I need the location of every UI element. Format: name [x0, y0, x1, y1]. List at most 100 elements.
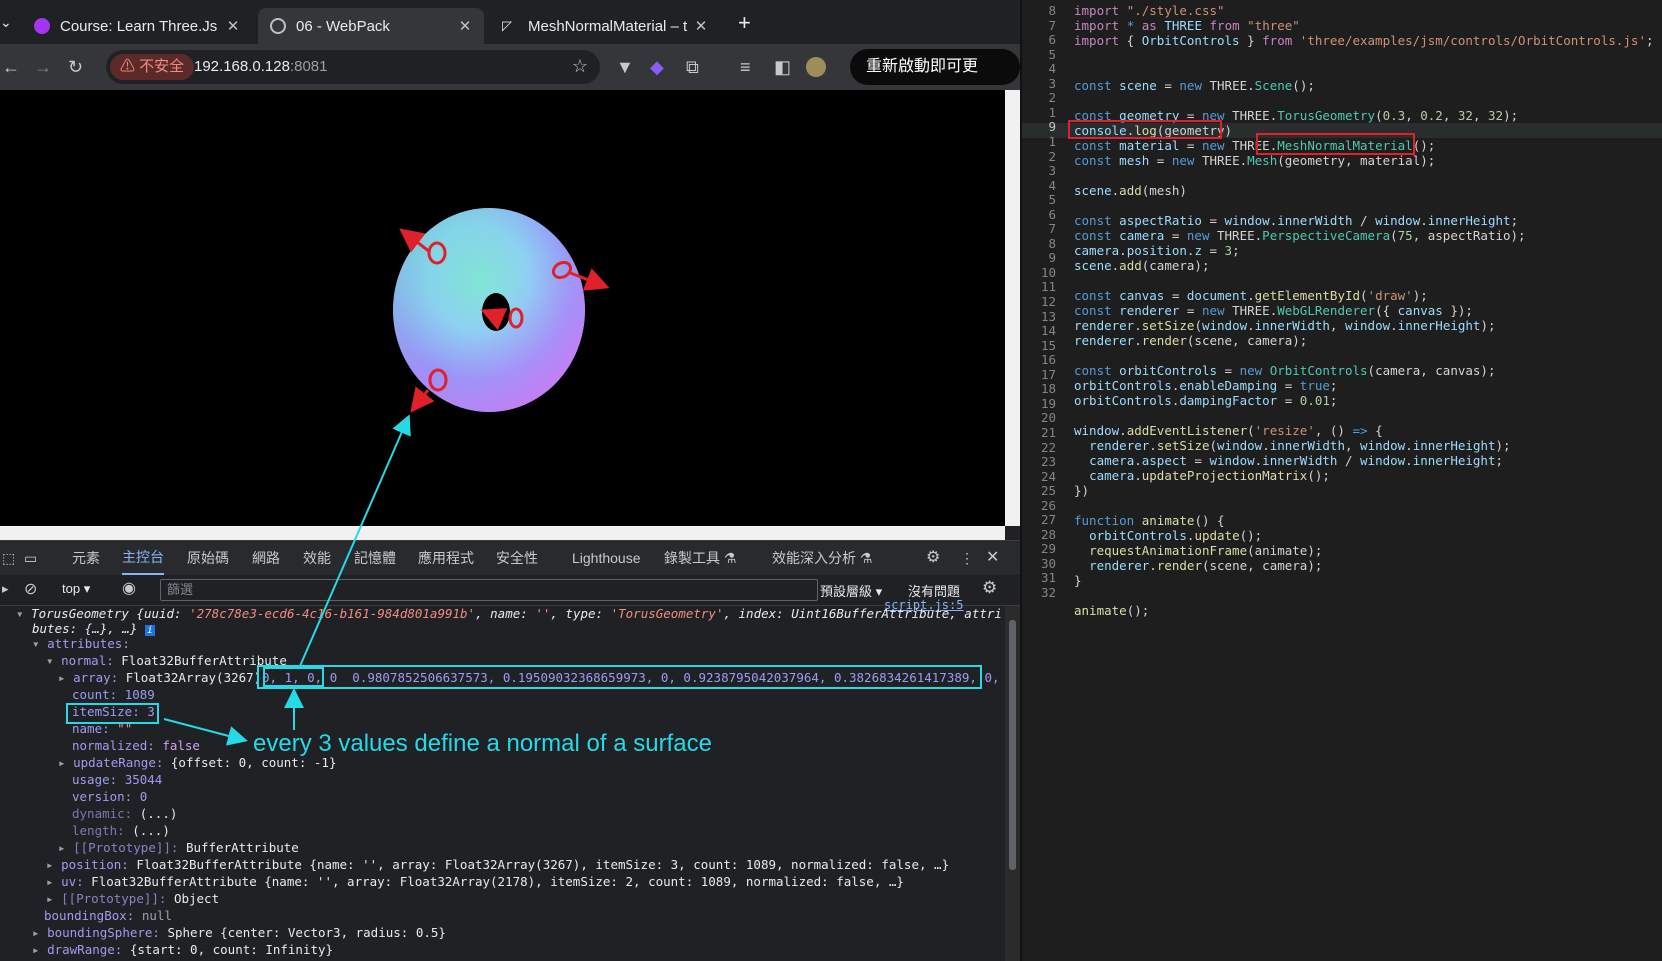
- tab-webpack[interactable]: 06 - WebPack ✕: [258, 8, 484, 44]
- tab-performance[interactable]: 效能: [303, 541, 331, 575]
- code-line: const renderer = new THREE.WebGLRenderer…: [1074, 303, 1473, 318]
- webgl-canvas[interactable]: [0, 90, 1005, 526]
- count-key: count:: [72, 687, 118, 702]
- live-expression-eye-icon[interactable]: ◉: [122, 578, 136, 598]
- back-arrow-icon[interactable]: ←: [2, 56, 20, 78]
- tab-search-button[interactable]: ⌄: [0, 14, 12, 31]
- console-scrollbar[interactable]: [1005, 606, 1020, 961]
- restart-update-button[interactable]: 重新啟動即可更新⋮: [850, 49, 1020, 111]
- not-secure-badge[interactable]: ⚠ 不安全: [110, 54, 195, 80]
- settings-gear-icon[interactable]: ⚙: [926, 541, 940, 575]
- annotation-text: every 3 values define a normal of a surf…: [253, 730, 712, 757]
- profile-avatar[interactable]: [806, 57, 826, 77]
- extensions-puzzle-icon[interactable]: ⧉: [686, 56, 699, 78]
- line-number: 22: [1040, 439, 1056, 455]
- close-tab-icon[interactable]: ✕: [454, 17, 476, 35]
- extension-purple-icon[interactable]: ◆: [650, 56, 664, 78]
- reload-icon[interactable]: ↻: [68, 56, 83, 78]
- summary-sep: , type:: [550, 606, 611, 621]
- inspect-element-icon[interactable]: ⬚: [2, 541, 15, 575]
- forward-arrow-icon[interactable]: →: [34, 56, 52, 78]
- code-line: scene.add(mesh): [1074, 183, 1187, 198]
- browser-window: ⌄ Course: Learn Three.Js a ✕ 06 - WebPac…: [0, 0, 1020, 961]
- array-values: 0, 1, 0, 0 0.9807852506637573, 0.1950903…: [262, 670, 1015, 685]
- line-number: 11: [1040, 279, 1056, 295]
- version-row: version: 0: [72, 789, 147, 804]
- url-text[interactable]: 192.168.0.128:8081: [194, 50, 327, 84]
- bookmark-star-icon[interactable]: ☆: [572, 56, 588, 77]
- line-number: 3: [1048, 163, 1056, 179]
- code-editor[interactable]: 8 7 6 5 4 3 2 1 9 1 2 3 4 5 6 7 8 9 10 11 12 13 14 15 16 17 18 19 20…: [1020, 0, 1662, 961]
- torus-geometry-summary[interactable]: ▾ TorusGeometry {uuid: '278c78e3-ecd6-4c…: [16, 606, 1002, 621]
- line-number: 29: [1040, 541, 1056, 557]
- clear-console-icon[interactable]: ⊘: [24, 579, 37, 599]
- log-levels-dropdown[interactable]: 預設層級 ▾: [820, 581, 882, 600]
- tab-sources[interactable]: 原始碼: [187, 541, 229, 575]
- tab-course[interactable]: Course: Learn Three.Js a ✕: [22, 8, 252, 44]
- name-key: name:: [72, 721, 110, 736]
- new-tab-button[interactable]: +: [738, 10, 751, 36]
- tab-recorder[interactable]: 錄製工具 ⚗: [664, 541, 736, 575]
- tab-console[interactable]: 主控台: [122, 541, 164, 575]
- tab-application[interactable]: 應用程式: [418, 541, 474, 575]
- vue-devtools-icon[interactable]: ▼: [616, 56, 634, 78]
- line-number: 9: [1048, 250, 1056, 266]
- page-horizontal-scrollbar[interactable]: [0, 526, 1005, 540]
- sidebar-toggle-icon[interactable]: ▸: [2, 581, 9, 597]
- line-number: 16: [1040, 352, 1056, 368]
- page-vertical-scrollbar[interactable]: [1005, 90, 1020, 526]
- media-queue-icon[interactable]: ≡: [740, 56, 751, 78]
- context-selector[interactable]: top ▾: [62, 581, 90, 597]
- udemy-favicon-icon: [34, 18, 50, 34]
- position-row[interactable]: ▸ position: Float32BufferAttribute {name…: [46, 857, 949, 872]
- close-tab-icon[interactable]: ✕: [690, 17, 712, 35]
- code-line: const aspectRatio = window.innerWidth / …: [1074, 213, 1519, 228]
- side-panel-icon[interactable]: ◧: [774, 56, 791, 78]
- line-number: 5: [1048, 192, 1056, 208]
- tab-performance-insights[interactable]: 效能深入分析 ⚗: [772, 541, 872, 575]
- tab-elements[interactable]: 元素: [72, 541, 100, 575]
- drawrange-key: drawRange:: [47, 942, 123, 957]
- tab-memory[interactable]: 記憶體: [354, 541, 396, 575]
- address-bar[interactable]: ⚠ 不安全 192.168.0.128:8081 ☆: [106, 50, 600, 84]
- console-toolbar: ▸ ⊘ top ▾ ◉ 篩選 預設層級 ▾ 沒有問題 ⚙: [0, 575, 1020, 606]
- line-number: 7: [1048, 17, 1056, 33]
- code-line: import "./style.css": [1074, 3, 1225, 18]
- prototype-row[interactable]: ▸ [[Prototype]]: BufferAttribute: [58, 840, 299, 855]
- console-filter-input[interactable]: 篩選: [160, 579, 818, 601]
- drawrange-row[interactable]: ▸ drawRange: {start: 0, count: Infinity}: [32, 942, 333, 957]
- summary-suffix: , index: Uint16BufferAttribute, attri: [723, 606, 1002, 621]
- boundingbox-value: null: [134, 908, 172, 923]
- code-line: animate();: [1074, 603, 1150, 618]
- console-settings-icon[interactable]: ⚙: [982, 578, 997, 598]
- boundingsphere-row[interactable]: ▸ boundingSphere: Sphere {center: Vector…: [32, 925, 446, 940]
- code-line: const scene = new THREE.Scene();: [1074, 78, 1315, 93]
- length-row[interactable]: length: (...): [72, 823, 170, 838]
- attributes-key: attributes:: [47, 636, 130, 651]
- attributes-row[interactable]: ▾ attributes:: [32, 636, 130, 651]
- uv-row[interactable]: ▸ uv: Float32BufferAttribute {name: '', …: [46, 874, 904, 889]
- code-line: console.log(geometry): [1074, 123, 1233, 138]
- array-row[interactable]: ▸ array: Float32Array(3267): [58, 670, 261, 685]
- device-toolbar-icon[interactable]: ▭: [24, 541, 37, 575]
- tab-network[interactable]: 網路: [252, 541, 280, 575]
- tab-lighthouse[interactable]: Lighthouse: [572, 541, 641, 575]
- dynamic-value: (...): [132, 806, 178, 821]
- line-number: 2: [1048, 90, 1056, 106]
- code-line: camera.position.z = 3;: [1074, 243, 1240, 258]
- line-number: 32: [1040, 585, 1056, 600]
- dynamic-row[interactable]: dynamic: (...): [72, 806, 177, 821]
- threejs-favicon-icon: ◸: [502, 18, 512, 33]
- normal-row[interactable]: ▾ normal: Float32BufferAttribute: [46, 653, 287, 668]
- line-number: 20: [1040, 410, 1056, 426]
- length-value: (...): [124, 823, 170, 838]
- object-prototype-row[interactable]: ▸ [[Prototype]]: Object: [46, 891, 219, 906]
- tab-meshnormalmaterial[interactable]: ◸ MeshNormalMaterial – t ✕: [490, 8, 720, 44]
- close-tab-icon[interactable]: ✕: [222, 17, 244, 35]
- expand-triangle-icon[interactable]: ▾: [16, 606, 31, 621]
- more-options-icon[interactable]: ⋮: [960, 541, 974, 575]
- close-devtools-icon[interactable]: ✕: [986, 541, 999, 575]
- tab-security[interactable]: 安全性: [496, 541, 538, 575]
- prototype-value: BufferAttribute: [178, 840, 299, 855]
- line-number: 15: [1040, 337, 1056, 353]
